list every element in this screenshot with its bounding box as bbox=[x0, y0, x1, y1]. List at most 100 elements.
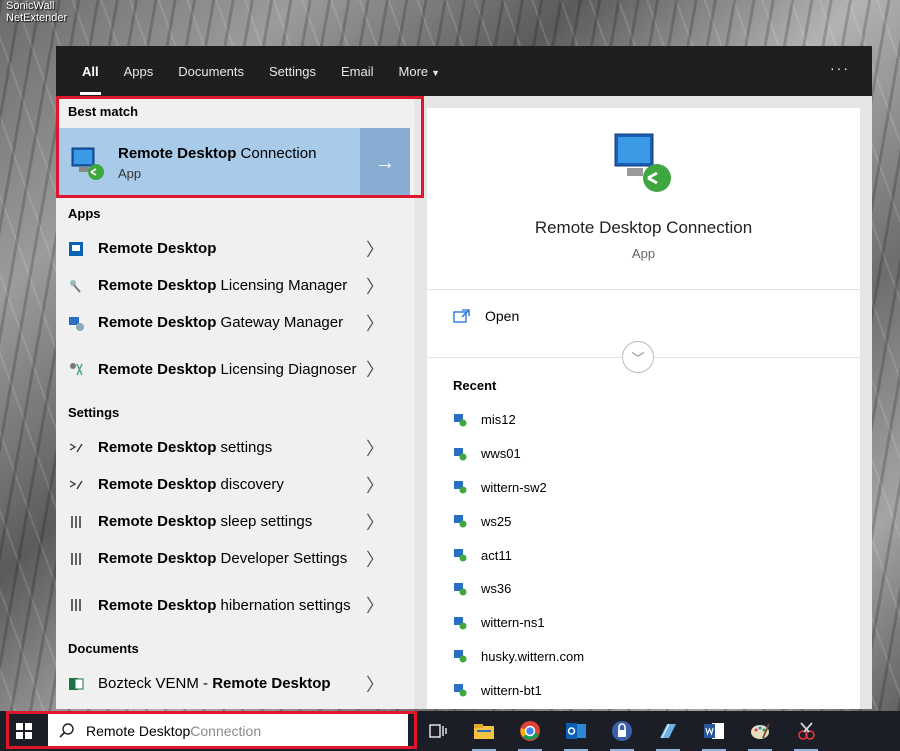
taskbar-search-input[interactable]: Remote Desktop Connection bbox=[48, 714, 408, 748]
word-icon[interactable] bbox=[698, 715, 730, 751]
settings-result-item[interactable]: Remote Desktop settings 〉 bbox=[56, 429, 414, 466]
snipping-tool-icon[interactable] bbox=[790, 715, 822, 751]
app-result-label: Remote Desktop Licensing Diagnoser bbox=[98, 360, 368, 379]
arrow-right-icon[interactable]: → bbox=[360, 128, 410, 198]
recent-item[interactable]: act11 bbox=[453, 538, 584, 572]
settings-result-item[interactable]: Remote Desktop discovery 〉 bbox=[56, 466, 414, 503]
outlook-icon[interactable] bbox=[560, 715, 592, 751]
chevron-right-icon[interactable]: 〉 bbox=[366, 236, 384, 262]
remote-desktop-connection-icon bbox=[71, 147, 104, 180]
preview-pane: Remote Desktop Connection App Open ﹀ Rec… bbox=[427, 108, 860, 709]
notepad-icon[interactable] bbox=[652, 715, 684, 751]
recent-item-label: wws01 bbox=[481, 446, 521, 462]
recent-item[interactable]: wittern-bt1 bbox=[453, 673, 584, 707]
app-result-label: Remote Desktop Licensing Manager bbox=[98, 276, 368, 295]
app-result-item[interactable]: Remote Desktop Licensing Diagnoser 〉 bbox=[56, 341, 414, 397]
app-result-item[interactable]: Remote Desktop Licensing Manager 〉 bbox=[56, 267, 414, 304]
settings-result-item[interactable]: Remote Desktop sleep settings 〉 bbox=[56, 503, 414, 540]
chevron-right-icon[interactable]: 〉 bbox=[366, 546, 384, 572]
settings-result-bold: Remote Desktop bbox=[98, 596, 217, 614]
remote-desktop-settings-icon bbox=[66, 438, 86, 458]
app-result-item[interactable]: Remote Desktop 〉 bbox=[56, 230, 414, 267]
caret-down-icon: ▼ bbox=[431, 67, 441, 78]
best-match-item[interactable]: Remote Desktop Connection App → bbox=[56, 128, 410, 198]
best-match-title-rest: Connection bbox=[236, 145, 317, 162]
section-header-settings: Settings bbox=[68, 405, 120, 420]
vpn-lock-icon[interactable] bbox=[606, 715, 638, 751]
open-icon bbox=[453, 309, 470, 323]
tab-all[interactable]: All bbox=[80, 64, 101, 95]
tab-more[interactable]: More ▼ bbox=[399, 64, 441, 79]
app-result-label: Remote Desktop Gateway Manager bbox=[98, 313, 368, 332]
settings-result-label: Remote Desktop hibernation settings bbox=[98, 596, 368, 615]
recent-item[interactable]: husky.wittern.com bbox=[453, 640, 584, 674]
settings-result-rest: settings bbox=[216, 439, 273, 456]
task-view-icon[interactable] bbox=[422, 715, 454, 747]
tab-apps[interactable]: Apps bbox=[124, 64, 154, 79]
settings-result-label: Remote Desktop Developer Settings bbox=[98, 549, 368, 568]
paint-icon[interactable] bbox=[744, 715, 776, 751]
recent-item-label: wittern-sw2 bbox=[481, 479, 547, 495]
recent-item-label: mis12 bbox=[481, 412, 516, 428]
recent-item[interactable]: wittern-ns1 bbox=[453, 606, 584, 640]
recent-item-label: act11 bbox=[481, 547, 512, 563]
spreadsheet-file-icon bbox=[66, 674, 86, 694]
document-result-bold: Remote Desktop bbox=[212, 675, 331, 692]
chevron-right-icon[interactable]: 〉 bbox=[366, 592, 384, 618]
rdp-file-icon bbox=[454, 582, 467, 596]
settings-result-rest: Developer Settings bbox=[216, 550, 348, 567]
chevron-right-icon[interactable]: 〉 bbox=[366, 509, 384, 535]
desktop-icon-label[interactable]: SonicWall NetExtender bbox=[6, 0, 86, 24]
tab-documents[interactable]: Documents bbox=[178, 64, 244, 79]
settings-result-item[interactable]: Remote Desktop hibernation settings 〉 bbox=[56, 577, 414, 633]
open-action[interactable]: Open bbox=[453, 308, 519, 324]
tab-more-label: More bbox=[398, 63, 429, 79]
remote-desktop-app-icon bbox=[66, 239, 86, 259]
tab-email[interactable]: Email bbox=[341, 64, 374, 79]
recent-item[interactable]: wws01 bbox=[453, 437, 584, 471]
recent-item[interactable]: ws25 bbox=[453, 504, 584, 538]
best-match-title: Remote Desktop Connection bbox=[118, 145, 316, 162]
recent-item-label: wittern-ns1 bbox=[481, 615, 545, 631]
settings-result-bold: Remote Desktop bbox=[98, 513, 217, 530]
file-explorer-icon[interactable] bbox=[468, 715, 500, 751]
chevron-right-icon[interactable]: 〉 bbox=[366, 310, 384, 336]
preview-title: Remote Desktop Connection bbox=[534, 218, 753, 237]
recent-header: Recent bbox=[453, 378, 497, 393]
settings-result-bold: Remote Desktop bbox=[98, 476, 217, 493]
app-result-rest: Licensing Diagnoser bbox=[216, 360, 357, 378]
search-filter-bar: All Apps Documents Settings Email More ▼ … bbox=[56, 46, 872, 96]
tab-settings[interactable]: Settings bbox=[269, 64, 316, 79]
recent-item[interactable]: mis12 bbox=[453, 403, 584, 437]
chevron-right-icon[interactable]: 〉 bbox=[366, 435, 384, 461]
chrome-icon[interactable] bbox=[514, 715, 546, 751]
licensing-manager-icon bbox=[66, 276, 86, 296]
chevron-right-icon[interactable]: 〉 bbox=[366, 273, 384, 299]
app-result-bold: Remote Desktop bbox=[98, 314, 217, 331]
section-header-best-match: Best match bbox=[68, 104, 139, 119]
document-result-item[interactable]: Bozteck VENM - Remote Desktop 〉 bbox=[56, 665, 414, 702]
rdp-file-icon bbox=[454, 447, 467, 461]
rdp-file-icon bbox=[454, 616, 467, 630]
rdp-file-icon bbox=[454, 549, 467, 562]
app-result-bold: Remote Desktop bbox=[98, 360, 217, 378]
remote-desktop-connection-large-icon bbox=[614, 133, 671, 192]
recent-item[interactable]: wittern-sw2 bbox=[453, 471, 584, 505]
best-match-subtitle: App bbox=[118, 166, 142, 181]
start-button[interactable] bbox=[0, 711, 48, 751]
ellipsis-icon[interactable]: ··· bbox=[830, 60, 850, 76]
settings-result-rest: hibernation settings bbox=[216, 596, 351, 614]
windows-logo-icon bbox=[16, 723, 32, 739]
search-query-text: Remote Desktop bbox=[86, 723, 191, 739]
chevron-right-icon[interactable]: 〉 bbox=[366, 472, 384, 498]
settings-result-item[interactable]: Remote Desktop Developer Settings 〉 bbox=[56, 540, 414, 577]
recent-item[interactable]: ws36 bbox=[453, 572, 584, 606]
chevron-right-icon[interactable]: 〉 bbox=[366, 356, 384, 382]
rdp-file-icon bbox=[454, 481, 467, 494]
app-result-item[interactable]: Remote Desktop Gateway Manager 〉 bbox=[56, 304, 414, 341]
chevron-right-icon[interactable]: 〉 bbox=[366, 671, 384, 697]
app-result-rest: Gateway Manager bbox=[216, 314, 344, 331]
preview-subtitle: App bbox=[631, 246, 656, 261]
chevron-down-icon[interactable]: ﹀ bbox=[622, 341, 654, 373]
settings-result-label: Remote Desktop settings bbox=[98, 438, 368, 457]
